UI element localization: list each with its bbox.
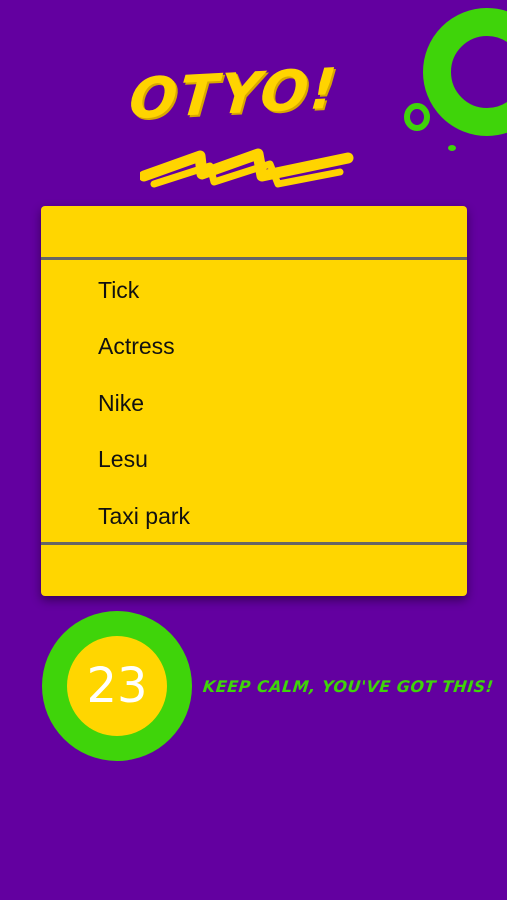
word-item[interactable]: Nike	[41, 375, 467, 431]
timer-ring: 23	[42, 611, 192, 761]
word-card: Tick Actress Nike Lesu Taxi park	[41, 206, 467, 596]
word-item[interactable]: Actress	[41, 318, 467, 374]
logo-text: OTYO!	[126, 56, 341, 133]
green-rings-decoration	[404, 8, 507, 151]
word-item[interactable]: Lesu	[41, 431, 467, 487]
large-ring-icon	[423, 8, 507, 136]
app-logo: OTYO!	[120, 57, 354, 192]
small-ring-icon	[404, 103, 430, 131]
word-list: Tick Actress Nike Lesu Taxi park	[41, 262, 467, 544]
motto-text: KEEP CALM, YOU'VE GOT THIS!	[202, 677, 495, 696]
word-item[interactable]: Taxi park	[41, 488, 467, 544]
timer-value: 23	[67, 636, 167, 736]
card-top-divider	[41, 257, 467, 260]
logo-zigzag-underline-icon	[140, 148, 354, 188]
tiny-dot-icon	[448, 145, 456, 151]
card-bottom-divider	[41, 542, 467, 545]
word-item[interactable]: Tick	[41, 262, 467, 318]
